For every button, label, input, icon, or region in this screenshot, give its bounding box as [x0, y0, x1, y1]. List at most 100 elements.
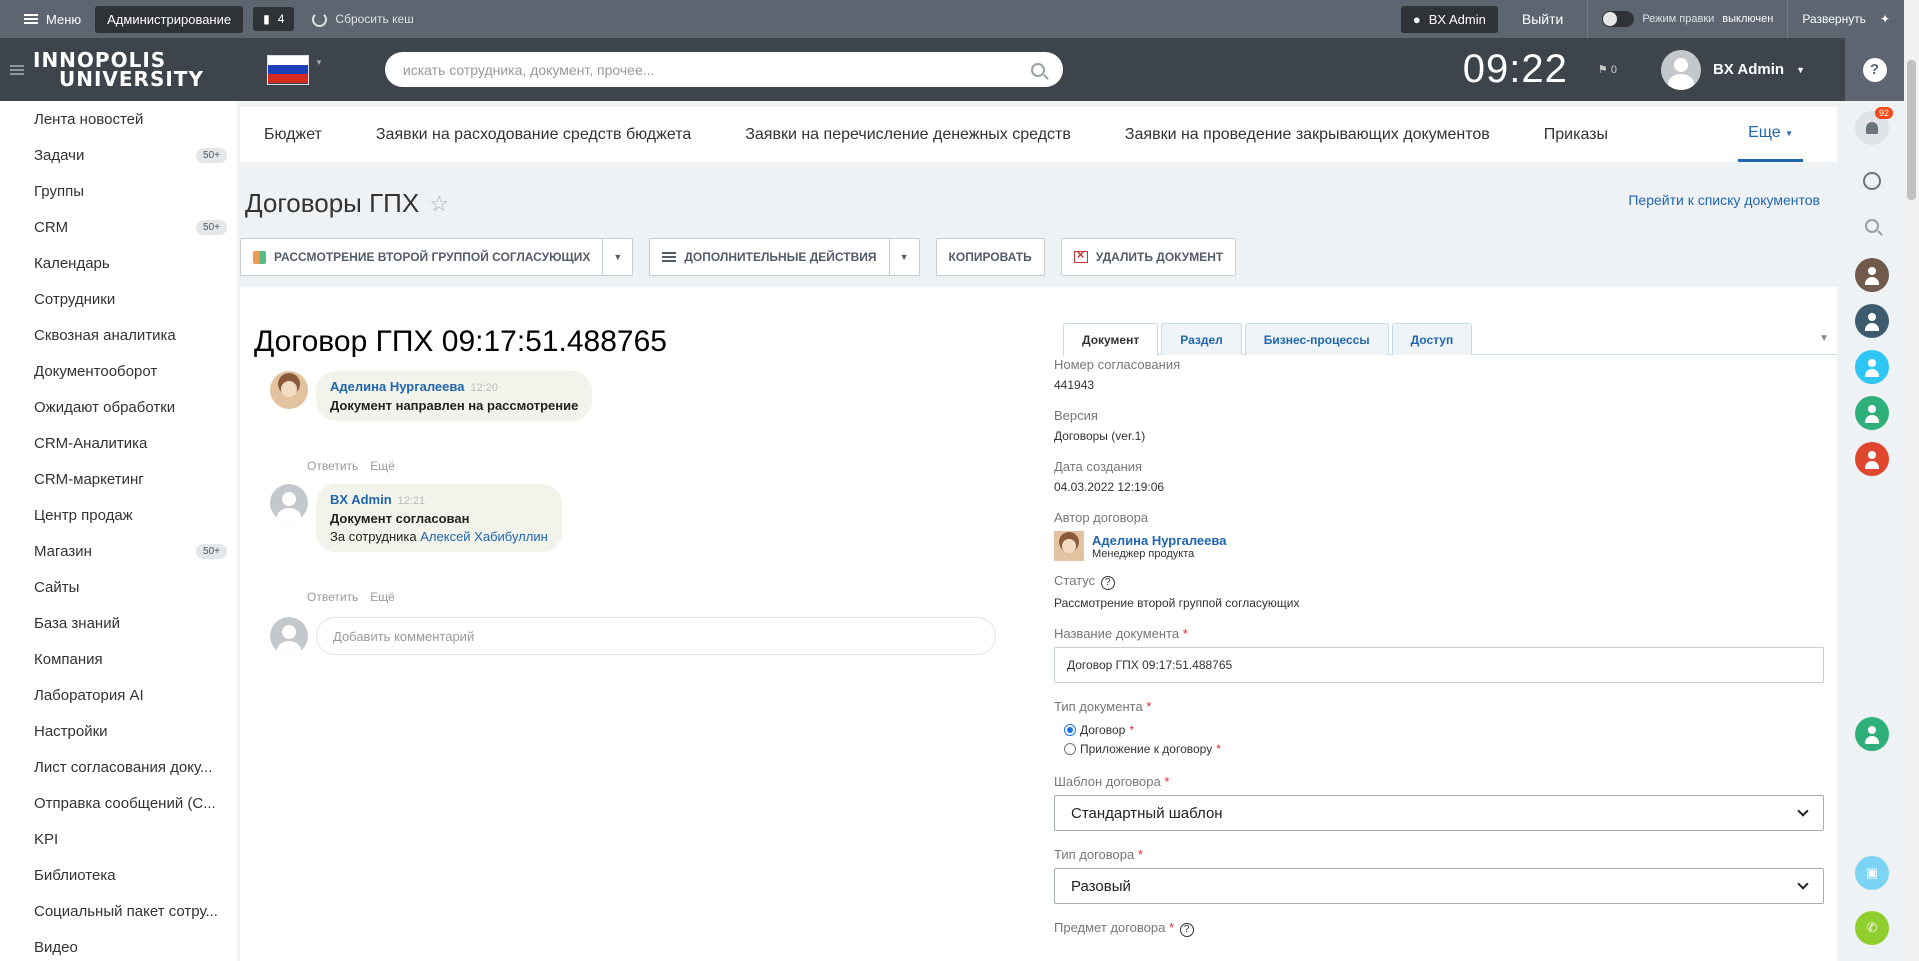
- admin-counter-button[interactable]: ▮ 4: [253, 7, 295, 31]
- contact-avatar[interactable]: [1855, 258, 1889, 292]
- topnav-more[interactable]: Еще ▼: [1738, 107, 1803, 162]
- delete-document-button[interactable]: Удалить документ: [1060, 238, 1237, 276]
- template-select[interactable]: Стандартный шаблон: [1054, 795, 1824, 831]
- admin-user-button[interactable]: ● BX Admin: [1400, 5, 1498, 33]
- contact-avatar[interactable]: [1855, 442, 1889, 476]
- topnav-item-transfer-requests[interactable]: Заявки на перечисление денежных средств: [745, 126, 1071, 144]
- comment-author[interactable]: BX Admin: [330, 492, 392, 507]
- radio-button[interactable]: [1064, 742, 1076, 755]
- doc-type-radio-appendix[interactable]: Приложение к договору *: [1064, 739, 1824, 758]
- sidebar-item[interactable]: База знаний: [0, 605, 237, 641]
- sidebar-item[interactable]: CRM-Аналитика: [0, 425, 237, 461]
- chevron-down-icon: ▼: [1796, 64, 1805, 75]
- additional-actions-button[interactable]: Дополнительные действия ▼: [649, 238, 920, 276]
- language-flag-icon[interactable]: [267, 54, 309, 85]
- tab-access[interactable]: Доступ: [1391, 323, 1473, 355]
- sidebar-item-label: Календарь: [34, 254, 110, 272]
- contact-avatar[interactable]: [1855, 717, 1889, 751]
- topnav-item-closing-docs[interactable]: Заявки на проведение закрывающих докумен…: [1125, 126, 1490, 144]
- more-link[interactable]: Ещё: [370, 590, 395, 604]
- edit-mode-toggle[interactable]: Режим правки выключен: [1587, 0, 1787, 38]
- sidebar-item[interactable]: Сквозная аналитика: [0, 317, 237, 353]
- expand-button[interactable]: Развернуть ✦: [1787, 0, 1904, 38]
- review-group-button[interactable]: Рассмотрение второй группой согласующих …: [240, 238, 634, 276]
- clock[interactable]: 09:22: [1463, 47, 1568, 92]
- comment-author[interactable]: Аделина Нургалеева: [330, 379, 464, 394]
- sidebar-item[interactable]: Компания: [0, 641, 237, 677]
- contact-avatar[interactable]: [1855, 304, 1889, 338]
- contract-type-select[interactable]: Разовый: [1054, 868, 1824, 904]
- document-list-link[interactable]: Перейти к списку документов: [1628, 192, 1820, 208]
- sidebar-item[interactable]: Отправка сообщений (С...: [0, 785, 237, 821]
- contact-avatar[interactable]: [1855, 350, 1889, 384]
- add-comment-input[interactable]: [316, 617, 996, 655]
- page-scrollbar[interactable]: [1904, 0, 1919, 961]
- sidebar-item[interactable]: Лаборатория AI: [0, 677, 237, 713]
- chevron-down-icon[interactable]: ▼: [602, 239, 632, 275]
- chevron-down-icon[interactable]: ▼: [1819, 333, 1829, 344]
- avatar[interactable]: [1054, 531, 1084, 561]
- sidebar-item[interactable]: CRM-маркетинг: [0, 461, 237, 497]
- employee-link[interactable]: Алексей Хабибуллин: [420, 529, 548, 544]
- scrollbar-thumb[interactable]: [1907, 60, 1916, 200]
- sidebar-item[interactable]: Библиотека: [0, 857, 237, 893]
- radio-button[interactable]: [1064, 723, 1076, 736]
- bookmark-icon: ▮: [263, 12, 270, 26]
- sidebar-item[interactable]: Социальный пакет сотру...: [0, 893, 237, 929]
- sidebar-item[interactable]: Магазин 50+: [0, 533, 237, 569]
- reply-link[interactable]: Ответить: [307, 590, 358, 604]
- copy-button[interactable]: Копировать: [935, 238, 1045, 276]
- sidebar-item[interactable]: Настройки: [0, 713, 237, 749]
- help-icon[interactable]: ?: [1100, 576, 1115, 590]
- doc-type-radio-contract[interactable]: Договор *: [1064, 720, 1824, 739]
- user-menu[interactable]: BX Admin ▼: [1660, 49, 1805, 90]
- sidebar-item[interactable]: KPI: [0, 821, 237, 857]
- chevron-down-icon[interactable]: ▼: [888, 239, 919, 275]
- sidebar-item[interactable]: Группы: [0, 173, 237, 209]
- topnav-item-orders[interactable]: Приказы: [1544, 126, 1608, 144]
- help-icon[interactable]: ?: [1179, 923, 1194, 937]
- phone-button[interactable]: ✆: [1855, 911, 1889, 945]
- sidebar-item[interactable]: Календарь: [0, 245, 237, 281]
- sidebar-item[interactable]: Лента новостей: [0, 101, 237, 137]
- topnav-item-budget[interactable]: Бюджет: [264, 126, 322, 144]
- reset-cache-button[interactable]: Сбросить кеш: [312, 11, 414, 27]
- pin-icon[interactable]: ✦: [1880, 12, 1890, 26]
- sidebar-item[interactable]: Задачи 50+: [0, 137, 237, 173]
- sidebar-item[interactable]: Лист согласования доку...: [0, 749, 237, 785]
- reply-link[interactable]: Ответить: [307, 459, 358, 473]
- sidebar-item[interactable]: Сайты: [0, 569, 237, 605]
- tab-business-processes[interactable]: Бизнес-процессы: [1244, 323, 1389, 355]
- sidebar-item[interactable]: Центр продаж: [0, 497, 237, 533]
- menu-button[interactable]: Меню: [0, 12, 95, 27]
- search-input[interactable]: [402, 61, 1031, 78]
- right-panel: 92 ▣ ✆: [1840, 101, 1904, 961]
- administration-button[interactable]: Администрирование: [95, 5, 244, 33]
- logout-button[interactable]: Выйти: [1498, 11, 1587, 27]
- sidebar-item[interactable]: Ожидают обработки: [0, 389, 237, 425]
- sidebar-item[interactable]: Документооборот: [0, 353, 237, 389]
- search-icon[interactable]: [1030, 62, 1045, 77]
- avatar[interactable]: [270, 371, 308, 409]
- disk-button[interactable]: ▣: [1855, 856, 1889, 890]
- language-caret-icon[interactable]: ▼: [315, 58, 323, 67]
- document-name-input[interactable]: [1054, 647, 1824, 683]
- help-icon[interactable]: ?: [1862, 57, 1887, 82]
- avatar[interactable]: [270, 484, 308, 522]
- star-icon[interactable]: ☆: [429, 191, 449, 217]
- notifications-button[interactable]: 92: [1855, 107, 1893, 145]
- topnav-item-budget-requests[interactable]: Заявки на расходование средств бюджета: [376, 126, 691, 144]
- more-link[interactable]: Ещё: [370, 459, 395, 473]
- contact-avatar[interactable]: [1855, 396, 1889, 430]
- chat-button[interactable]: [1855, 164, 1889, 198]
- logo[interactable]: INNOPOLIS UNIVERSITY: [33, 50, 233, 89]
- search-panel-button[interactable]: [1855, 209, 1889, 243]
- sidebar-toggle-icon[interactable]: [10, 64, 24, 75]
- flag-counter[interactable]: ⚑ 0: [1598, 63, 1617, 76]
- sidebar-item[interactable]: Видео: [0, 929, 237, 961]
- tab-section[interactable]: Раздел: [1161, 323, 1242, 355]
- author-name[interactable]: Аделина Нургалеева: [1092, 533, 1226, 548]
- sidebar-item[interactable]: Сотрудники: [0, 281, 237, 317]
- tab-document[interactable]: Документ: [1063, 323, 1159, 356]
- sidebar-item[interactable]: CRM 50+: [0, 209, 237, 245]
